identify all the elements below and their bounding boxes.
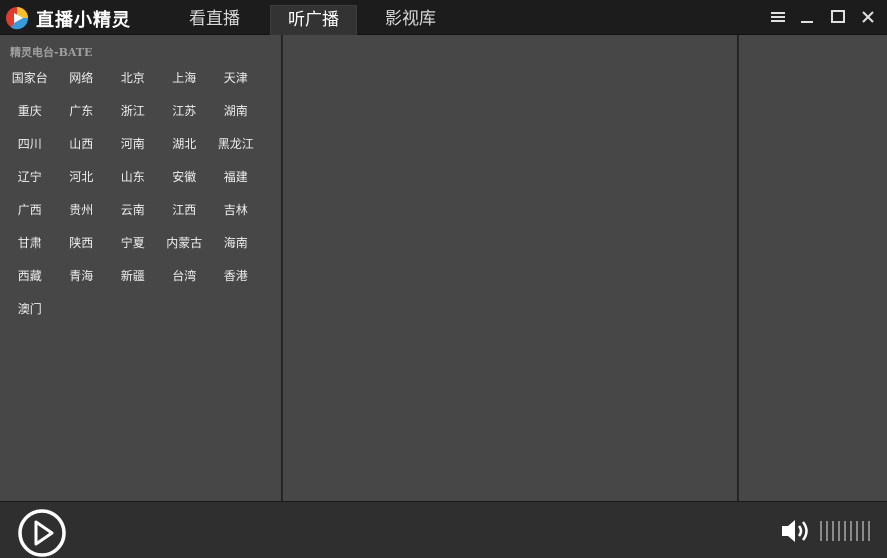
app-title: 直播小精灵 <box>36 10 131 31</box>
region-item[interactable]: 国家台 <box>4 68 56 88</box>
region-panel: 精灵电台-BATE 国家台 网络 北京 上海 天津 重庆 广东 浙江 江苏 湖南… <box>0 35 282 501</box>
menu-button[interactable] <box>768 7 788 27</box>
region-item[interactable]: 安徽 <box>159 167 211 187</box>
station-list-panel <box>283 35 738 501</box>
volume-tick <box>868 521 870 541</box>
tab-watch-live[interactable]: 看直播 <box>172 5 257 35</box>
menu-icon <box>771 12 785 22</box>
player-bar <box>0 501 887 558</box>
region-item[interactable]: 湖北 <box>159 134 211 154</box>
region-item[interactable]: 甘肃 <box>4 233 56 253</box>
minimize-icon <box>801 21 813 23</box>
close-icon <box>862 11 874 23</box>
volume-tick <box>850 521 852 541</box>
volume-tick <box>838 521 840 541</box>
region-item[interactable]: 青海 <box>56 266 108 286</box>
region-item[interactable]: 辽宁 <box>4 167 56 187</box>
volume-tick <box>820 521 822 541</box>
region-item[interactable]: 湖南 <box>210 101 262 121</box>
region-item[interactable]: 黑龙江 <box>210 134 262 154</box>
region-item[interactable]: 台湾 <box>159 266 211 286</box>
region-item[interactable]: 新疆 <box>107 266 159 286</box>
tab-video-library[interactable]: 影视库 <box>368 5 453 35</box>
region-grid: 国家台 网络 北京 上海 天津 重庆 广东 浙江 江苏 湖南 四川 山西 河南 … <box>4 68 274 332</box>
region-item[interactable]: 香港 <box>210 266 262 286</box>
region-item[interactable]: 吉林 <box>210 200 262 220</box>
region-item[interactable]: 江苏 <box>159 101 211 121</box>
volume-tick <box>856 521 858 541</box>
region-item[interactable]: 贵州 <box>56 200 108 220</box>
section-title: 精灵电台-BATE <box>10 46 93 59</box>
volume-tick <box>826 521 828 541</box>
region-item[interactable]: 上海 <box>159 68 211 88</box>
play-icon[interactable] <box>17 508 67 558</box>
region-item[interactable]: 山西 <box>56 134 108 154</box>
region-item[interactable]: 浙江 <box>107 101 159 121</box>
volume-slider[interactable] <box>820 521 870 541</box>
region-item[interactable]: 天津 <box>210 68 262 88</box>
close-button[interactable] <box>858 7 878 27</box>
volume-tick <box>844 521 846 541</box>
region-item[interactable]: 河北 <box>56 167 108 187</box>
region-item[interactable]: 福建 <box>210 167 262 187</box>
volume-icon[interactable] <box>780 516 812 546</box>
region-item[interactable]: 海南 <box>210 233 262 253</box>
region-item[interactable]: 陕西 <box>56 233 108 253</box>
region-item[interactable]: 山东 <box>107 167 159 187</box>
detail-panel <box>739 35 887 501</box>
region-item[interactable]: 宁夏 <box>107 233 159 253</box>
title-bar: 直播小精灵 看直播 听广播 影视库 <box>0 0 887 35</box>
region-item[interactable]: 网络 <box>56 68 108 88</box>
tab-listen-radio[interactable]: 听广播 <box>270 5 357 35</box>
region-item[interactable]: 澳门 <box>4 299 56 319</box>
maximize-icon <box>831 10 845 23</box>
volume-tick <box>832 521 834 541</box>
region-item[interactable]: 广东 <box>56 101 108 121</box>
region-item[interactable]: 云南 <box>107 200 159 220</box>
region-item[interactable]: 西藏 <box>4 266 56 286</box>
maximize-button[interactable] <box>828 7 848 27</box>
region-item[interactable]: 四川 <box>4 134 56 154</box>
region-item[interactable]: 江西 <box>159 200 211 220</box>
minimize-button[interactable] <box>797 7 817 27</box>
region-item[interactable]: 内蒙古 <box>159 233 211 253</box>
app-logo-icon <box>6 7 29 30</box>
region-item[interactable]: 河南 <box>107 134 159 154</box>
volume-tick <box>862 521 864 541</box>
region-item[interactable]: 重庆 <box>4 101 56 121</box>
region-item[interactable]: 广西 <box>4 200 56 220</box>
region-item[interactable]: 北京 <box>107 68 159 88</box>
